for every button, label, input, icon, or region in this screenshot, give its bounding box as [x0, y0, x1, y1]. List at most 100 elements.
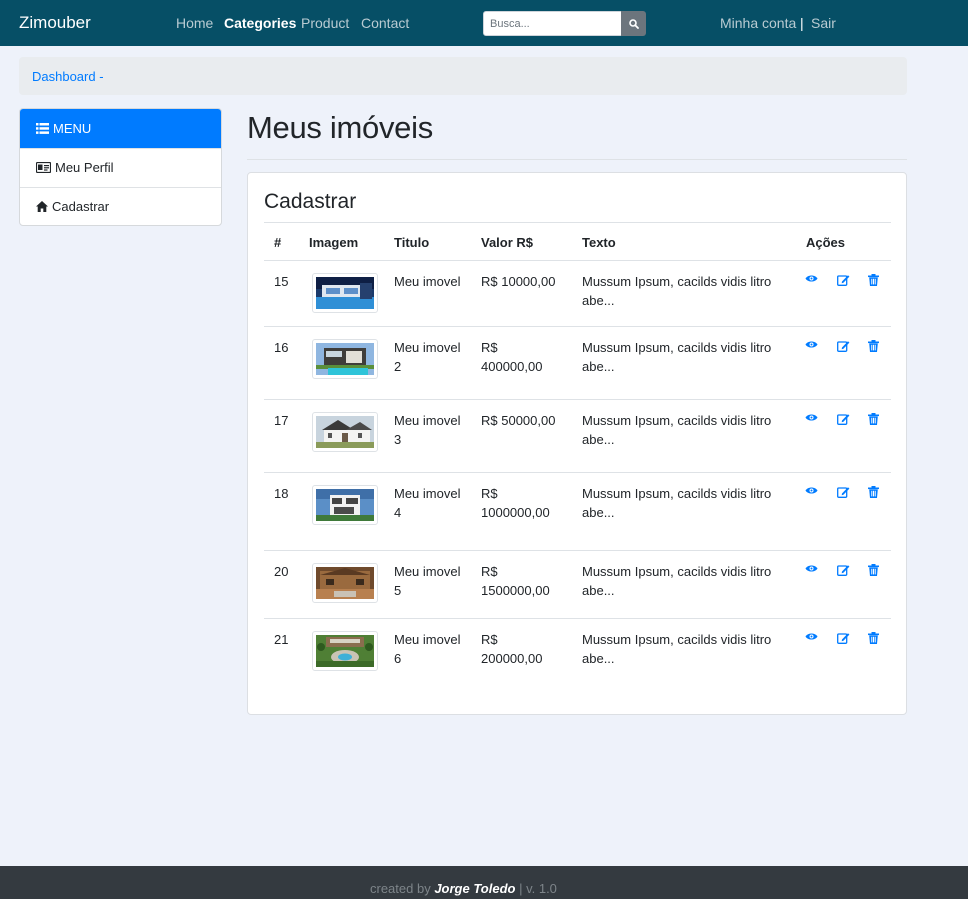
cell-texto: Mussum Ipsum, cacilds vidis litro abe... — [582, 338, 771, 376]
list-icon — [36, 123, 49, 134]
property-photo — [316, 277, 374, 309]
home-icon — [36, 201, 48, 212]
property-thumbnail[interactable] — [312, 412, 378, 452]
column-header-texto: Texto — [582, 235, 616, 250]
delete-button[interactable] — [868, 632, 882, 646]
top-navbar: Zimouber Home Categories Product Contact… — [0, 0, 968, 46]
cell-titulo-line: Meu imovel — [394, 486, 461, 501]
card-title: Cadastrar — [264, 190, 357, 213]
footer-credit: created by Jorge Toledo | v. 1.0 — [370, 881, 557, 896]
cell-texto-line: Mussum Ipsum, cacilds vidis litro — [582, 274, 772, 289]
edit-button[interactable] — [837, 340, 851, 354]
breadcrumb-dashboard-link[interactable]: Dashboard - — [32, 69, 104, 84]
delete-button[interactable] — [868, 340, 882, 354]
cell-id-line: 15 — [274, 274, 289, 289]
eye-icon — [805, 341, 818, 348]
cell-valor-line: R$ — [481, 340, 498, 355]
view-button[interactable] — [805, 564, 819, 578]
cell-valor-line: 1500000,00 — [481, 583, 550, 598]
column-header-titulo: Titulo — [394, 235, 430, 250]
cell-id: 21 — [274, 630, 288, 649]
column-header-valor: Valor R$ — [481, 235, 534, 250]
edit-icon — [837, 487, 850, 498]
sidebar-menu-label: MENU — [53, 121, 92, 136]
nav-link-product[interactable]: Product — [301, 15, 349, 31]
edit-icon — [837, 565, 850, 576]
column-header-imagem: Imagem — [309, 235, 359, 250]
cell-titulo: Meu imovel 6 — [394, 630, 460, 668]
id-card-icon — [36, 162, 51, 173]
account-link[interactable]: Minha conta — [720, 15, 796, 31]
column-header-acoes: Ações — [806, 235, 846, 250]
trash-icon — [868, 274, 879, 286]
property-thumbnail[interactable] — [312, 339, 378, 379]
cell-valor: R$ 1500000,00 — [481, 562, 550, 600]
sidebar-item-cadastrar[interactable]: Cadastrar — [20, 187, 221, 225]
view-button[interactable] — [805, 340, 819, 354]
edit-button[interactable] — [837, 632, 851, 646]
eye-icon — [805, 487, 818, 494]
edit-button[interactable] — [837, 486, 851, 500]
nav-link-categories[interactable]: Categories — [224, 15, 296, 31]
property-thumbnail[interactable] — [312, 485, 378, 525]
property-thumbnail[interactable] — [312, 273, 378, 313]
cell-texto-line: Mussum Ipsum, cacilds vidis litro — [582, 340, 772, 355]
edit-icon — [837, 275, 850, 286]
edit-icon — [837, 414, 850, 425]
footer-author: Jorge Toledo — [434, 881, 516, 896]
trash-icon — [868, 413, 879, 425]
brand-logo[interactable]: Zimouber — [19, 13, 91, 33]
footer-prefix: created by — [370, 881, 431, 896]
search-input[interactable] — [483, 11, 622, 36]
cell-titulo: Meu imovel 2 — [394, 338, 460, 376]
cell-valor-line: R$ — [481, 564, 498, 579]
delete-button[interactable] — [868, 274, 882, 288]
property-photo — [316, 567, 374, 599]
trash-icon — [868, 486, 879, 498]
nav-link-contact[interactable]: Contact — [361, 15, 409, 31]
property-photo — [316, 635, 374, 667]
edit-button[interactable] — [837, 413, 851, 427]
trash-icon — [868, 564, 879, 576]
sidebar-item-meu-perfil[interactable]: Meu Perfil — [20, 148, 221, 187]
column-header-id: # — [274, 235, 282, 250]
property-photo — [316, 343, 374, 375]
eye-icon — [805, 633, 818, 640]
breadcrumb: Dashboard - — [19, 57, 907, 95]
logout-link[interactable]: Sair — [811, 15, 836, 31]
cell-texto-line: abe... — [582, 651, 615, 666]
cell-valor-line: 1000000,00 — [481, 505, 550, 520]
properties-card: Cadastrar # Imagem Titulo Valor R$ Texto… — [247, 172, 907, 715]
cell-titulo-line: 4 — [394, 505, 402, 520]
cell-titulo-line: 5 — [394, 583, 402, 598]
nav-link-home[interactable]: Home — [176, 15, 213, 31]
cell-id: 20 — [274, 562, 288, 581]
cell-titulo: Meu imovel 5 — [394, 562, 460, 600]
cell-texto-line: abe... — [582, 359, 615, 374]
cell-titulo: Meu imovel — [394, 272, 460, 291]
cell-titulo-line: Meu imovel — [394, 632, 461, 647]
cell-texto-line: Mussum Ipsum, cacilds vidis litro — [582, 486, 772, 501]
cell-titulo-line: Meu imovel — [394, 564, 461, 579]
delete-button[interactable] — [868, 564, 882, 578]
search-button[interactable] — [621, 11, 646, 36]
view-button[interactable] — [805, 413, 819, 427]
view-button[interactable] — [805, 632, 819, 646]
delete-button[interactable] — [868, 413, 882, 427]
cell-valor: R$ 400000,00 — [481, 338, 542, 376]
footer: created by Jorge Toledo | v. 1.0 — [0, 866, 968, 899]
table-row: 20 Meu imovel 5 R$ 1500000,00 Mussum Ipsum, c… — [264, 551, 891, 619]
property-thumbnail[interactable] — [312, 631, 378, 671]
property-thumbnail[interactable] — [312, 563, 378, 603]
cell-titulo-line: 3 — [394, 432, 402, 447]
cell-texto: Mussum Ipsum, cacilds vidis litro abe... — [582, 630, 771, 668]
delete-button[interactable] — [868, 486, 882, 500]
cell-titulo: Meu imovel 3 — [394, 411, 460, 449]
view-button[interactable] — [805, 274, 819, 288]
cell-titulo-line: Meu imovel — [394, 413, 461, 428]
view-button[interactable] — [805, 486, 819, 500]
edit-button[interactable] — [837, 564, 851, 578]
cell-texto-line: Mussum Ipsum, cacilds vidis litro — [582, 632, 772, 647]
edit-button[interactable] — [837, 274, 851, 288]
cell-valor: R$ 1000000,00 — [481, 484, 550, 522]
